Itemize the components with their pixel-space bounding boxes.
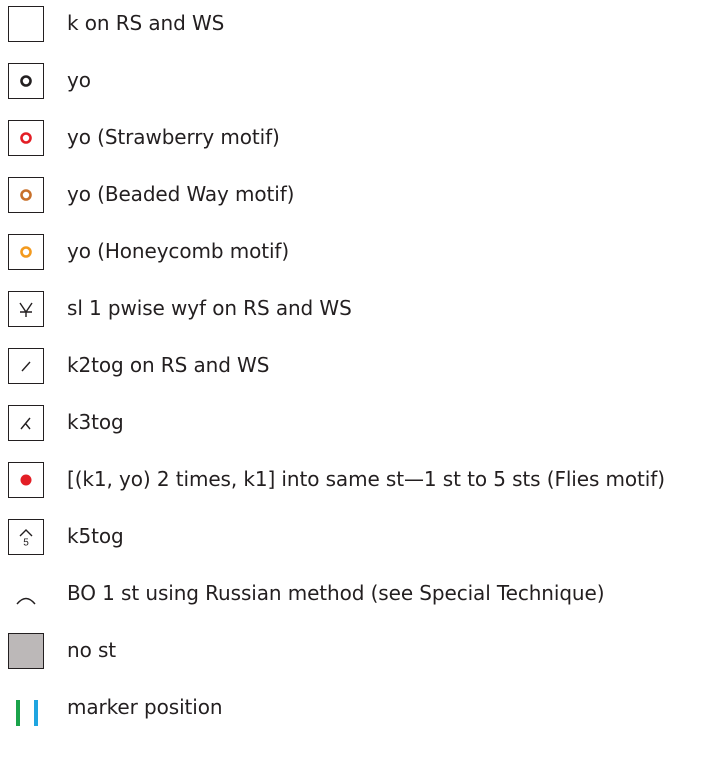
legend-item-flies: [(k1, yo) 2 times, k1] into same st—1 st… [0, 456, 717, 506]
k3tog-icon [8, 405, 44, 441]
legend-label: yo (Strawberry motif) [67, 125, 280, 149]
k5tog-glyph: 5 [23, 538, 29, 549]
legend-label: k5tog [67, 524, 124, 548]
legend-label: [(k1, yo) 2 times, k1] into same st—1 st… [67, 467, 665, 491]
circle-icon [8, 120, 44, 156]
k5tog-icon: 5 [8, 519, 44, 555]
legend-item-russian-bo: BO 1 st using Russian method (see Specia… [0, 570, 717, 620]
circle-icon [8, 63, 44, 99]
filled-dot-icon [8, 462, 44, 498]
legend-label: BO 1 st using Russian method (see Specia… [67, 581, 605, 605]
legend-item-marker: marker position [0, 684, 717, 734]
legend-item-k3tog: k3tog [0, 399, 717, 449]
legend-item-slip: sl 1 pwise wyf on RS and WS [0, 285, 717, 335]
legend-label: k on RS and WS [67, 11, 225, 35]
marker-lines-icon [8, 690, 44, 726]
legend-label: yo (Honeycomb motif) [67, 239, 290, 263]
legend-label: yo [67, 68, 91, 92]
legend-item-knit: k on RS and WS [0, 0, 717, 50]
gray-square-icon [8, 633, 44, 669]
legend-item-no-stitch: no st [0, 627, 717, 677]
circle-icon [8, 177, 44, 213]
arc-icon [8, 576, 44, 612]
k2tog-icon [8, 348, 44, 384]
legend-label: yo (Beaded Way motif) [67, 182, 295, 206]
slip-stitch-icon [8, 291, 44, 327]
legend-label: k3tog [67, 410, 124, 434]
legend-label: no st [67, 638, 117, 662]
legend-item-k5tog: 5 k5tog [0, 513, 717, 563]
legend-item-yo-beaded-way: yo (Beaded Way motif) [0, 171, 717, 221]
empty-square-icon [8, 6, 44, 42]
legend-label: k2tog on RS and WS [67, 353, 270, 377]
circle-icon [8, 234, 44, 270]
stitch-legend: k on RS and WS yo yo (Strawberry motif) … [0, 0, 717, 761]
legend-item-k2tog: k2tog on RS and WS [0, 342, 717, 392]
legend-label: marker position [67, 695, 223, 719]
legend-item-yo: yo [0, 57, 717, 107]
legend-label: sl 1 pwise wyf on RS and WS [67, 296, 352, 320]
legend-item-yo-honeycomb: yo (Honeycomb motif) [0, 228, 717, 278]
legend-item-yo-strawberry: yo (Strawberry motif) [0, 114, 717, 164]
